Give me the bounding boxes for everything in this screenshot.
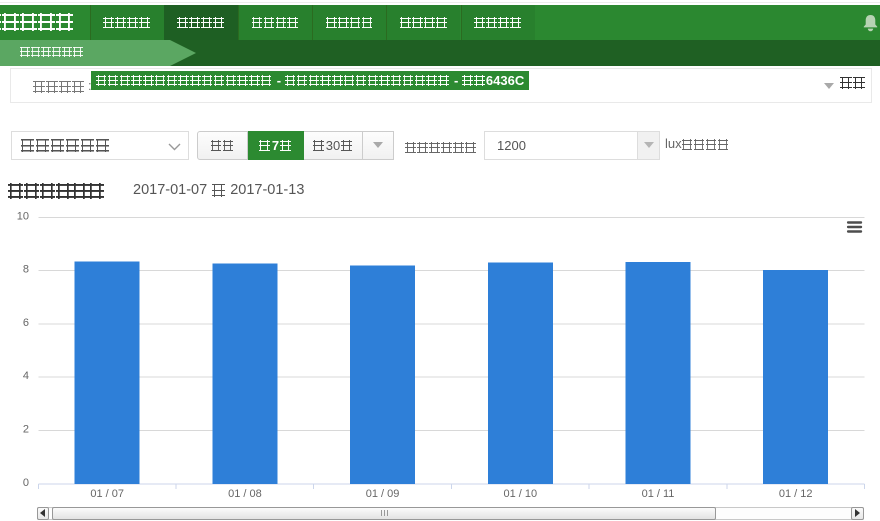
svg-text:01 / 12: 01 / 12 — [779, 488, 813, 500]
svg-text:01 / 09: 01 / 09 — [366, 488, 400, 500]
svg-text:0: 0 — [23, 477, 29, 489]
svg-text:01 / 08: 01 / 08 — [228, 488, 262, 500]
svg-text:2: 2 — [23, 424, 29, 436]
svg-text:01 / 07: 01 / 07 — [90, 488, 124, 500]
svg-text:4: 4 — [23, 370, 29, 382]
svg-text:8: 8 — [23, 264, 29, 276]
svg-text:10: 10 — [17, 210, 29, 222]
svg-text:01 / 11: 01 / 11 — [642, 488, 675, 500]
svg-text:01 / 10: 01 / 10 — [503, 488, 537, 500]
svg-text:6: 6 — [23, 317, 29, 329]
